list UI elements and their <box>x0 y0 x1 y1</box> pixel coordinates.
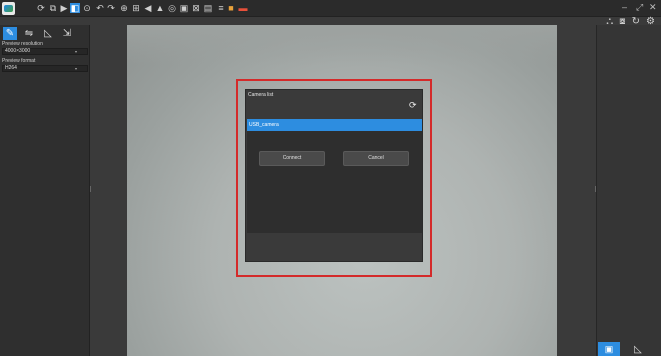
settings-icon[interactable]: ≡ <box>216 3 226 13</box>
left-tabs: ✎ ⇋ ◺ ⇲ <box>0 27 90 41</box>
right-panel <box>596 25 661 356</box>
play-icon[interactable]: ▶ <box>59 3 69 13</box>
tab-measure-right[interactable]: ◺ <box>631 342 645 356</box>
mountain-icon[interactable]: ▲ <box>155 3 165 13</box>
left-splitter-handle[interactable] <box>90 186 91 192</box>
restore-button[interactable]: ⤢ <box>636 2 643 13</box>
camera-list-item[interactable]: USB_camera <box>247 119 422 131</box>
app-logo <box>2 2 15 15</box>
preview-format-select[interactable]: H264 ▾ <box>2 65 88 72</box>
preview-resolution-select[interactable]: 4000×3000 ▾ <box>2 48 88 55</box>
preview-format-label: Preview format <box>2 58 36 64</box>
tab-export[interactable]: ⇲ <box>60 27 74 40</box>
redo-icon[interactable]: ↷ <box>106 3 116 13</box>
palette-icon[interactable]: ▬ <box>238 3 248 13</box>
composite-icon[interactable]: ⊠ <box>191 3 201 13</box>
close-button[interactable]: ✕ <box>649 2 657 13</box>
color-icon[interactable]: ■ <box>226 3 236 13</box>
grid-icon[interactable]: ⊞ <box>131 3 141 13</box>
rotate-icon[interactable]: ⟳ <box>36 3 46 13</box>
copy-icon[interactable]: ⧉ <box>48 3 58 13</box>
tab-measure[interactable]: ◺ <box>41 27 55 40</box>
undo-icon[interactable]: ↶ <box>95 3 105 13</box>
connect-button[interactable]: Connect <box>259 151 325 166</box>
refresh-icon[interactable]: ⟳ <box>409 101 418 110</box>
image-icon[interactable]: ▣ <box>179 3 189 13</box>
top-toolbar: ⟳ ⧉ ▶ ◧ ⊙ ↶ ↷ ⊕ ⊞ ◀ ▲ ◎ ▣ ⊠ ▤ ≡ ■ ▬ – ⤢ ✕ <box>0 0 661 17</box>
chevron-down-icon: ▾ <box>74 66 77 71</box>
tab-camera[interactable]: ✎ <box>3 27 17 40</box>
dialog-title: Camera list <box>248 92 274 98</box>
left-panel: ✎ ⇋ ◺ ⇲ Preview resolution 4000×3000 ▾ Prev… <box>0 25 90 356</box>
tab-image[interactable]: ▣ <box>598 342 620 356</box>
camera-list-dialog: Camera list ⟳ USB_camera <box>245 89 423 262</box>
camera-icon[interactable]: ◎ <box>167 3 177 13</box>
minimize-button[interactable]: – <box>622 2 627 12</box>
preview-resolution-label: Preview resolution <box>2 41 43 47</box>
camera-list: USB_camera <box>247 119 422 233</box>
preview-resolution-value: 4000×3000 <box>5 48 31 54</box>
dialog-footer <box>247 235 422 261</box>
snapshot-icon[interactable]: ⊙ <box>82 3 92 13</box>
cancel-button[interactable]: Cancel <box>343 151 409 166</box>
zoom-icon[interactable]: ⊕ <box>119 3 129 13</box>
flip-icon[interactable]: ◀ <box>143 3 153 13</box>
tab-adjust[interactable]: ⇋ <box>22 27 36 40</box>
camera-select-icon[interactable]: ◧ <box>70 3 80 13</box>
preview-format-value: H264 <box>5 65 17 71</box>
measure-icon[interactable]: ▤ <box>203 3 213 13</box>
chevron-down-icon: ▾ <box>74 49 77 54</box>
